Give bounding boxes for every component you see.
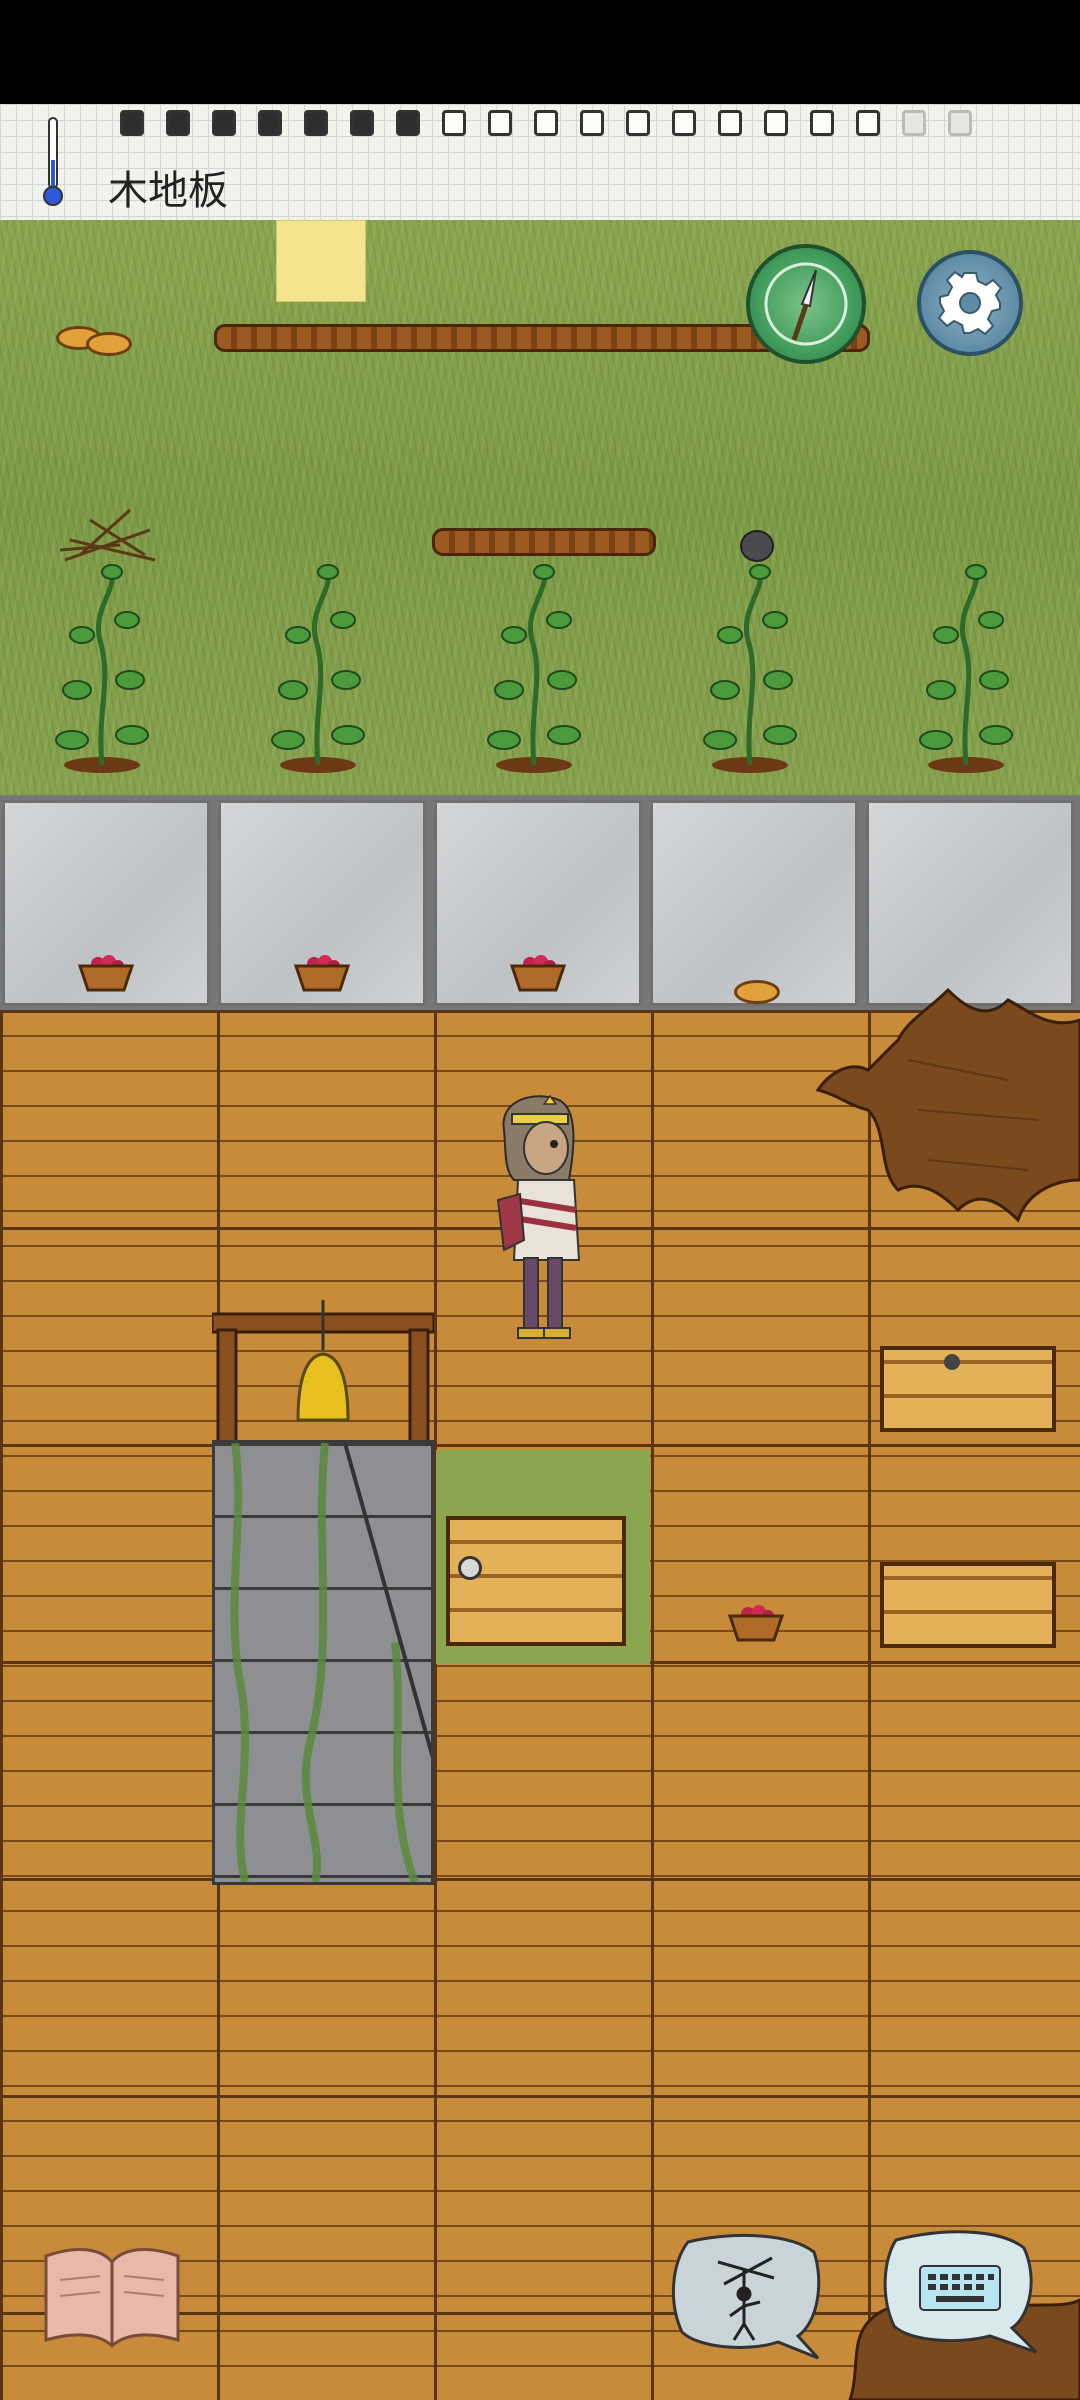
player-character[interactable] bbox=[484, 1090, 594, 1370]
wooden-box[interactable] bbox=[880, 1346, 1056, 1432]
food-pip bbox=[856, 110, 880, 136]
berry-basket[interactable] bbox=[508, 952, 568, 992]
food-pip bbox=[212, 110, 236, 136]
food-pip bbox=[120, 110, 144, 136]
wooden-chest[interactable] bbox=[446, 1516, 626, 1646]
bowl-item[interactable] bbox=[734, 980, 780, 1004]
emote-button[interactable] bbox=[668, 2232, 824, 2360]
food-pip bbox=[902, 110, 926, 136]
food-pip bbox=[350, 110, 374, 136]
food-pip bbox=[580, 110, 604, 136]
stone-slab[interactable] bbox=[866, 800, 1074, 1006]
location-label: 木地板 bbox=[108, 168, 228, 214]
berry-basket[interactable] bbox=[726, 1602, 786, 1642]
stone-item[interactable] bbox=[740, 530, 774, 562]
berry-basket[interactable] bbox=[76, 952, 136, 992]
gear-icon bbox=[937, 270, 1003, 336]
moss-rope bbox=[230, 1443, 431, 1882]
compass-button[interactable] bbox=[746, 244, 866, 364]
bean-plant[interactable] bbox=[906, 560, 1026, 775]
stone-slab[interactable] bbox=[650, 800, 858, 1006]
berry-basket[interactable] bbox=[292, 952, 352, 992]
food-pip bbox=[534, 110, 558, 136]
book-button[interactable] bbox=[40, 2240, 184, 2350]
chest-latch-icon bbox=[458, 1556, 482, 1580]
sticky-note[interactable] bbox=[276, 220, 366, 302]
food-pip bbox=[672, 110, 696, 136]
food-pip bbox=[166, 110, 190, 136]
food-pip bbox=[810, 110, 834, 136]
coin-item[interactable] bbox=[86, 332, 132, 356]
compass-icon bbox=[764, 262, 848, 346]
bell-frame[interactable] bbox=[212, 1300, 434, 1450]
food-pip bbox=[396, 110, 420, 136]
wooden-box[interactable] bbox=[880, 1562, 1056, 1648]
food-pip bbox=[442, 110, 466, 136]
keyboard-icon bbox=[919, 2265, 1001, 2311]
food-pip bbox=[718, 110, 742, 136]
bean-plant[interactable] bbox=[690, 560, 810, 775]
thermometer-icon[interactable] bbox=[42, 116, 64, 208]
settings-button[interactable] bbox=[917, 250, 1023, 356]
top-black-bar bbox=[0, 0, 1080, 104]
stone-well[interactable] bbox=[212, 1440, 434, 1885]
food-pip bbox=[948, 110, 972, 136]
log-item[interactable] bbox=[432, 528, 656, 556]
bear-skin-rug[interactable] bbox=[808, 980, 1080, 1230]
food-pip bbox=[764, 110, 788, 136]
food-pip bbox=[258, 110, 282, 136]
keyboard-button[interactable] bbox=[880, 2228, 1038, 2356]
bean-plant[interactable] bbox=[474, 560, 594, 775]
bean-plant[interactable] bbox=[42, 560, 162, 775]
bell[interactable] bbox=[296, 1352, 350, 1422]
food-pip bbox=[626, 110, 650, 136]
bean-plant[interactable] bbox=[258, 560, 378, 775]
food-pip bbox=[304, 110, 328, 136]
food-pip bbox=[488, 110, 512, 136]
stone-item[interactable] bbox=[944, 1354, 960, 1370]
